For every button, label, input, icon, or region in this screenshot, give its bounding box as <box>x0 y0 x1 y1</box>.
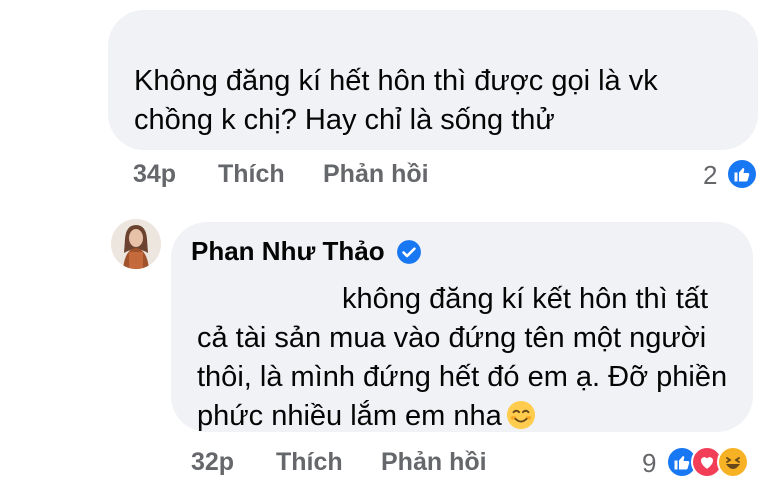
reply-actions: 32p Thích Phản hồi <box>0 448 780 480</box>
comment-actions: 34p Thích Phản hồi <box>0 160 780 192</box>
comment-text: Không đăng kí hết hôn thì được gọi là vk… <box>134 65 658 136</box>
author-name[interactable]: Phan Như Thảo <box>191 236 385 267</box>
reply-button[interactable]: Phản hồi <box>381 448 487 477</box>
reaction-count[interactable]: 2 <box>703 160 717 191</box>
reaction-count[interactable]: 9 <box>642 448 656 479</box>
smiling-face-icon <box>506 400 535 430</box>
like-button[interactable]: Thích <box>276 448 343 477</box>
reply-timestamp[interactable]: 32p <box>191 448 234 477</box>
reply-button[interactable]: Phản hồi <box>323 160 429 189</box>
comment-timestamp[interactable]: 34p <box>133 160 176 189</box>
like-icon[interactable] <box>726 158 758 190</box>
reply-bubble: Phan Như Thảo không đăng kí kết hôn thì … <box>171 222 753 432</box>
haha-icon[interactable] <box>717 446 749 478</box>
reply-text: không đăng kí kết hôn thì tất cả tài sản… <box>197 280 737 436</box>
comment-bubble: Không đăng kí hết hôn thì được gọi là vk… <box>108 10 758 150</box>
avatar[interactable] <box>111 219 161 269</box>
reply-text-body: không đăng kí kết hôn thì tất cả tài sản… <box>197 283 736 432</box>
verified-badge-icon <box>397 240 421 264</box>
like-button[interactable]: Thích <box>218 160 285 189</box>
